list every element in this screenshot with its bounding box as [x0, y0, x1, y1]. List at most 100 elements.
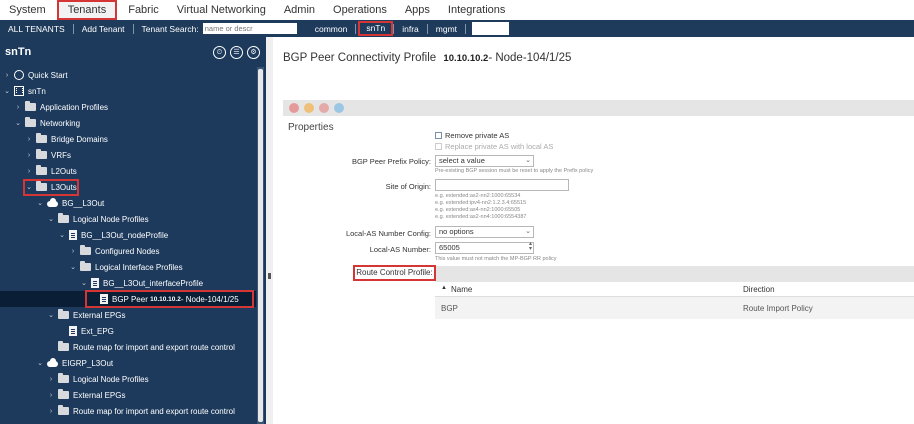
tree-item-label: BG__L3Out — [62, 198, 105, 208]
tree-item-sntn[interactable]: ⌄ snTn — [3, 83, 46, 99]
collapse-arrow-icon[interactable]: ⌄ — [47, 311, 55, 319]
tree-item-label: Route map for import and export route co… — [73, 406, 235, 416]
collapse-arrow-icon[interactable]: ⌄ — [80, 279, 88, 287]
collapse-arrow-icon[interactable]: ⌄ — [3, 87, 11, 95]
tenant-link-mgmt[interactable]: mgmt — [428, 24, 465, 34]
quick-start-icon — [14, 70, 24, 80]
tab-system[interactable]: System — [0, 0, 55, 20]
tree-item-bg-l3out[interactable]: ⌄ BG__L3Out — [36, 195, 104, 211]
replace-private-as-checkbox[interactable]: Replace private AS with local AS — [435, 142, 553, 151]
folder-icon — [36, 165, 47, 175]
tree-item-interface-profile[interactable]: ⌄ BG__L3Out_interfaceProfile — [80, 275, 203, 291]
action-toolbar — [283, 100, 914, 116]
sort-ascending-icon[interactable]: ▲ — [441, 285, 447, 291]
tree-item-label: VRFs — [51, 150, 71, 160]
tree-item-route-map[interactable]: Route map for import and export route co… — [47, 339, 235, 355]
tenant-link-common[interactable]: common — [307, 24, 356, 34]
properties-heading: Properties — [288, 122, 334, 133]
folder-icon — [25, 117, 36, 127]
tree-item-label: snTn — [28, 86, 46, 96]
folder-icon — [58, 309, 69, 319]
tab-tenants[interactable]: Tenants — [56, 0, 118, 20]
folder-icon — [58, 213, 69, 223]
tab-fabric[interactable]: Fabric — [119, 0, 168, 20]
collapse-arrow-icon[interactable]: ⌄ — [36, 359, 44, 367]
collapse-arrow-icon[interactable]: ⌄ — [47, 215, 55, 223]
tab-apps[interactable]: Apps — [396, 0, 439, 20]
column-header-name[interactable]: Name — [451, 285, 472, 294]
expand-arrow-icon[interactable]: › — [14, 104, 22, 111]
collapse-arrow-icon[interactable]: ⌄ — [58, 231, 66, 239]
expand-arrow-icon[interactable]: › — [69, 248, 77, 255]
blank-tenant-slot[interactable] — [472, 22, 510, 35]
tree-item-logical-node-profiles-2[interactable]: › Logical Node Profiles — [47, 371, 149, 387]
bgp-peer-highlight-box — [85, 290, 254, 308]
remove-private-as-checkbox[interactable]: Remove private AS — [435, 131, 509, 140]
tree-item-configured-nodes[interactable]: › Configured Nodes — [69, 243, 159, 259]
divider — [465, 23, 467, 34]
collapse-arrow-icon[interactable]: ⌄ — [36, 199, 44, 207]
tab-virtual-networking[interactable]: Virtual Networking — [168, 0, 275, 20]
collapse-arrow-icon[interactable]: ⌄ — [69, 263, 77, 271]
settings-gear-icon[interactable]: ⚙ — [247, 45, 260, 59]
tenant-search-input[interactable] — [202, 23, 297, 34]
tree-item-quick-start[interactable]: › Quick Start — [3, 67, 68, 83]
tree-item-eigrp-l3out[interactable]: ⌄ EIGRP_L3Out — [36, 355, 113, 371]
tree-item-external-epgs-2[interactable]: › External EPGs — [47, 387, 125, 403]
tree-item-label: External EPGs — [73, 310, 126, 320]
all-tenants-link[interactable]: ALL TENANTS — [0, 24, 73, 34]
tree-view-icon[interactable]: ☰ — [230, 45, 243, 59]
tab-admin[interactable]: Admin — [275, 0, 324, 20]
tree-item-logical-node-profiles[interactable]: ⌄ Logical Node Profiles — [47, 211, 149, 227]
site-of-origin-input[interactable] — [435, 179, 569, 191]
scrollbar-thumb[interactable] — [258, 69, 263, 422]
sidebar-scrollbar[interactable] — [257, 67, 264, 424]
collapse-arrow-icon[interactable]: ⌄ — [14, 119, 22, 127]
table-row[interactable]: BGP Route Import Policy — [435, 297, 914, 319]
expand-arrow-icon[interactable]: › — [47, 392, 55, 399]
select-value: no options — [439, 227, 474, 236]
expand-arrow-icon[interactable]: › — [47, 376, 55, 383]
pane-resize-handle[interactable] — [266, 37, 273, 424]
column-header-direction[interactable]: Direction — [743, 285, 775, 294]
prefix-policy-select[interactable]: select a value ⌄ — [435, 155, 534, 167]
tree-item-external-epgs[interactable]: ⌄ External EPGs — [47, 307, 125, 323]
expand-arrow-icon[interactable]: › — [25, 168, 33, 175]
stepper-arrows-icon[interactable]: ▴ ▾ — [529, 241, 532, 252]
sidebar-title: snTn — [5, 46, 32, 58]
tenant-link-sntn[interactable]: snTn — [358, 21, 394, 36]
tree-item-bridge-domains[interactable]: › Bridge Domains — [25, 131, 108, 147]
tab-integrations[interactable]: Integrations — [439, 0, 514, 20]
tree-item-label: Application Profiles — [40, 102, 109, 112]
tree-item-l2outs[interactable]: › L2Outs — [25, 163, 77, 179]
tree-item-label: External EPGs — [73, 390, 126, 400]
page-title-prefix: BGP Peer Connectivity Profile — [283, 52, 437, 64]
local-as-config-select[interactable]: no options ⌄ — [435, 226, 534, 238]
expand-arrow-icon[interactable]: › — [25, 152, 33, 159]
local-as-number-stepper[interactable]: 65005 ▴ ▾ — [435, 241, 534, 254]
expand-arrow-icon[interactable]: › — [25, 136, 33, 143]
tree-item-route-map-2[interactable]: › Route map for import and export route … — [47, 403, 235, 419]
warning-icon[interactable] — [319, 103, 329, 113]
tree-item-networking[interactable]: ⌄ Networking — [14, 115, 80, 131]
l3outs-highlight-box — [23, 179, 79, 196]
checkbox[interactable] — [435, 143, 442, 150]
fault-icon[interactable] — [304, 103, 314, 113]
tree-item-node-profile[interactable]: ⌄ BG__L3Out_nodeProfile — [58, 227, 168, 243]
chevron-down-icon: ⌄ — [525, 228, 531, 235]
expand-arrow-icon[interactable]: › — [47, 408, 55, 415]
tenant-link-infra[interactable]: infra — [394, 24, 427, 34]
history-icon[interactable]: ⏲ — [213, 45, 226, 59]
info-icon[interactable] — [334, 103, 344, 113]
folder-icon — [36, 149, 47, 159]
cell-direction: Route Import Policy — [743, 304, 813, 313]
add-tenant-link[interactable]: Add Tenant — [74, 24, 133, 34]
delete-icon[interactable] — [289, 103, 299, 113]
expand-arrow-icon[interactable]: › — [3, 72, 11, 79]
tree-item-application-profiles[interactable]: › Application Profiles — [14, 99, 108, 115]
checkbox[interactable] — [435, 132, 442, 139]
tree-item-ext-epg[interactable]: Ext_EPG — [58, 323, 114, 339]
tree-item-logical-interface-profiles[interactable]: ⌄ Logical Interface Profiles — [69, 259, 183, 275]
tab-operations[interactable]: Operations — [324, 0, 396, 20]
tree-item-vrfs[interactable]: › VRFs — [25, 147, 71, 163]
